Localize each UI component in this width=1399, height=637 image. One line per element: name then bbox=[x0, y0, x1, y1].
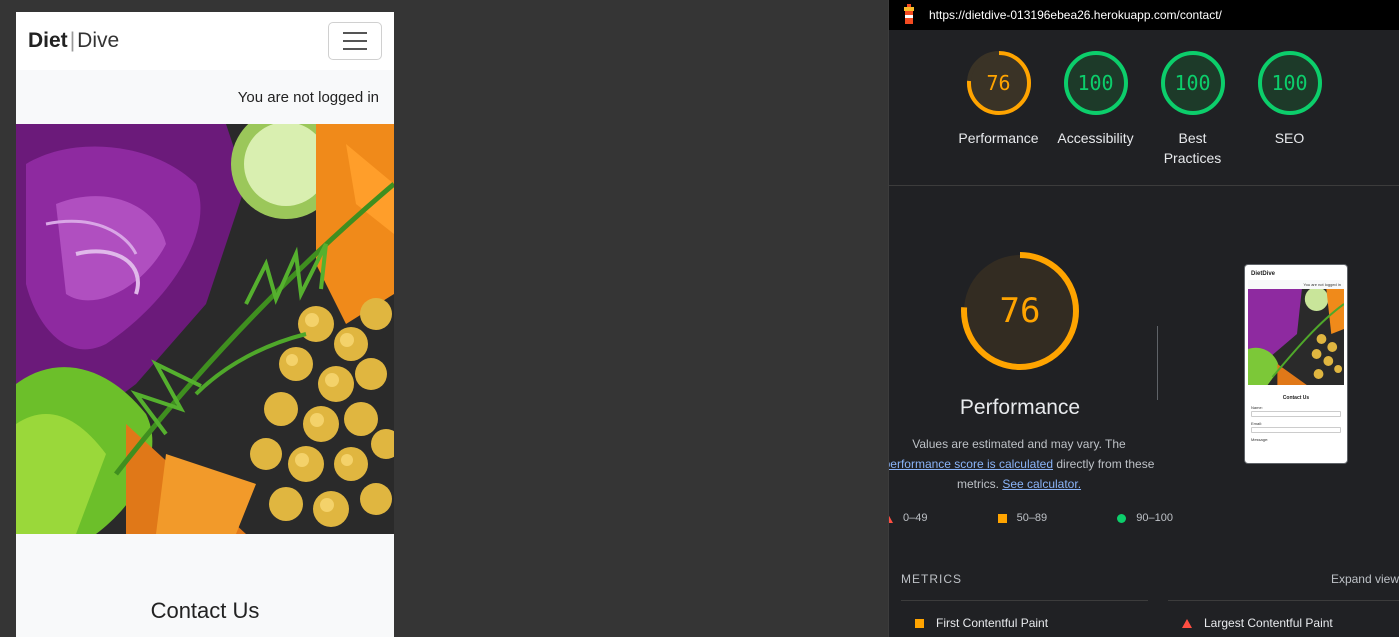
performance-big-gauge: 76 bbox=[959, 250, 1081, 372]
divider bbox=[901, 600, 1148, 601]
legend-pass: 90–100 bbox=[1117, 512, 1173, 524]
metric-label: Largest Contentful Paint bbox=[1204, 616, 1333, 630]
thumb-field-label: Email: bbox=[1251, 421, 1263, 426]
login-status-bar: You are not logged in bbox=[16, 70, 394, 124]
gauge-accessibility: 100 bbox=[1063, 50, 1129, 116]
navbar: Diet|Dive bbox=[16, 12, 394, 70]
contact-title: Contact Us bbox=[150, 598, 260, 623]
performance-big-value: 76 bbox=[999, 291, 1041, 331]
final-screenshot-thumbnail[interactable]: DietDive You are not logged in Contact U… bbox=[1244, 264, 1348, 464]
score-label: Accessibility bbox=[1057, 130, 1134, 146]
score-value: 100 bbox=[1077, 71, 1114, 95]
see-calculator-link[interactable]: See calculator. bbox=[1002, 477, 1081, 491]
score-value: 76 bbox=[986, 71, 1011, 95]
metric-largest-contentful-paint: Largest Contentful Paint bbox=[1182, 616, 1333, 630]
lighthouse-report: https://dietdive-013196ebea26.herokuapp.… bbox=[888, 0, 1399, 637]
hamburger-icon bbox=[343, 32, 367, 34]
score-value: 100 bbox=[1174, 71, 1211, 95]
gauge-performance: 76 bbox=[966, 50, 1032, 116]
brand-part-diet: Diet bbox=[28, 29, 68, 52]
score-label: SEO bbox=[1274, 130, 1305, 146]
score-accessibility[interactable]: 100 Accessibility bbox=[1057, 50, 1134, 185]
login-status-text: You are not logged in bbox=[237, 88, 379, 106]
square-icon bbox=[997, 513, 1007, 523]
brand-separator: | bbox=[69, 29, 76, 52]
square-icon bbox=[915, 618, 924, 628]
score-seo[interactable]: 100 SEO bbox=[1252, 50, 1327, 185]
score-label: Best Practices bbox=[1163, 130, 1222, 166]
gauge-seo: 100 bbox=[1257, 50, 1323, 116]
metrics-heading: METRICS bbox=[901, 572, 962, 586]
brand-part-dive: Dive bbox=[77, 29, 120, 52]
divider bbox=[1157, 326, 1158, 400]
lighthouse-logo-icon bbox=[904, 4, 914, 24]
legend-average: 50–89 bbox=[997, 512, 1048, 524]
divider bbox=[1168, 600, 1399, 601]
hamburger-menu-button[interactable] bbox=[328, 22, 382, 60]
mobile-preview: Diet|Dive You are not logged in Contact … bbox=[16, 12, 394, 637]
metric-label: First Contentful Paint bbox=[936, 616, 1049, 630]
thumb-field-label: Name: bbox=[1251, 405, 1263, 410]
hero-salad-image bbox=[16, 124, 394, 534]
score-calculated-link[interactable]: performance score is calculated bbox=[889, 457, 1053, 471]
triangle-icon bbox=[889, 513, 893, 523]
thumb-brand: DietDive bbox=[1251, 271, 1276, 277]
thumb-hero-image bbox=[1248, 289, 1344, 385]
brand-logo[interactable]: Diet|Dive bbox=[28, 29, 119, 53]
score-best-practices[interactable]: 100 Best Practices bbox=[1155, 50, 1230, 185]
thumb-contact: Contact Us bbox=[1282, 395, 1310, 401]
performance-section: 76 Performance Values are estimated and … bbox=[889, 186, 1399, 566]
circle-icon bbox=[1117, 513, 1127, 523]
report-url-bar: https://dietdive-013196ebea26.herokuapp.… bbox=[889, 0, 1399, 30]
metric-first-contentful-paint: First Contentful Paint bbox=[915, 616, 1048, 630]
score-value: 100 bbox=[1271, 71, 1308, 95]
score-legend: 0–49 50–89 90–100 bbox=[889, 512, 1173, 524]
legend-pass-label: 90–100 bbox=[1136, 512, 1173, 524]
contact-section: Contact Us bbox=[16, 534, 394, 637]
gauge-best-practices: 100 bbox=[1160, 50, 1226, 116]
legend-average-label: 50–89 bbox=[1016, 512, 1048, 524]
score-label: Performance bbox=[958, 130, 1039, 146]
legend-fail-label: 0–49 bbox=[903, 512, 928, 524]
performance-description: Values are estimated and may vary. The p… bbox=[889, 434, 1159, 494]
score-performance[interactable]: 76 Performance bbox=[958, 50, 1039, 185]
thumb-field-label: Message: bbox=[1251, 437, 1269, 442]
desc-text: Values are estimated and may vary. The bbox=[912, 437, 1126, 451]
triangle-icon bbox=[1182, 618, 1192, 628]
thumb-login: You are not logged in bbox=[1248, 280, 1344, 289]
score-summary: 76 Performance 100 Accessibility 100 Bes… bbox=[889, 30, 1399, 186]
performance-title: Performance bbox=[959, 396, 1081, 419]
legend-fail: 0–49 bbox=[889, 512, 928, 524]
expand-view-toggle[interactable]: Expand view bbox=[1331, 572, 1399, 586]
report-url[interactable]: https://dietdive-013196ebea26.herokuapp.… bbox=[929, 8, 1222, 22]
